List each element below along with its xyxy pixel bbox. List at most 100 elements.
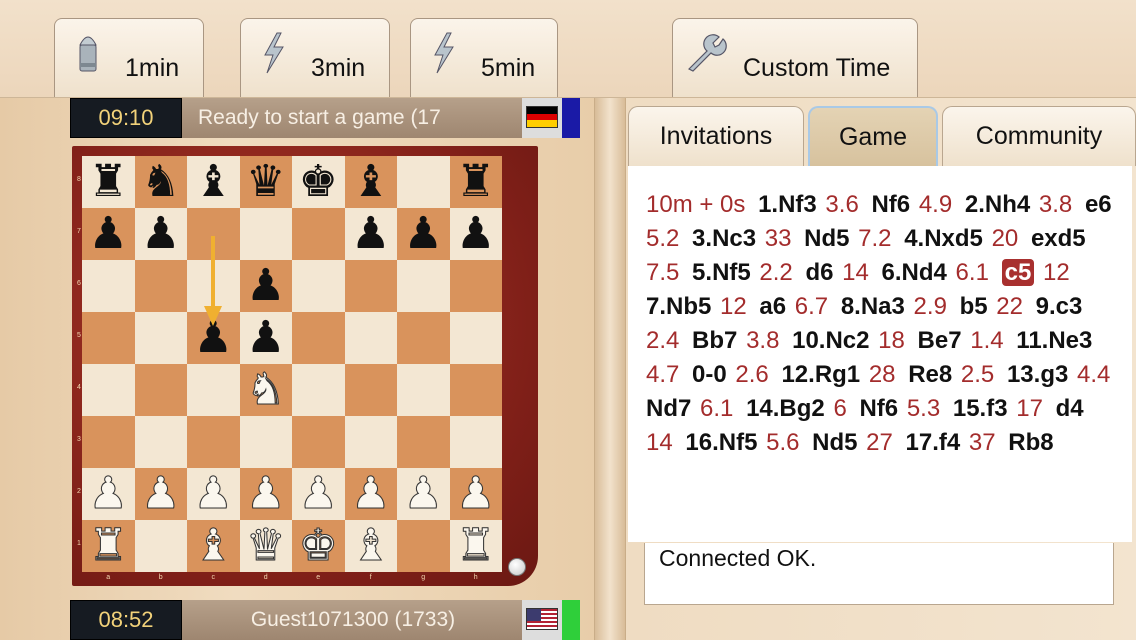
square-e6[interactable] (292, 260, 345, 312)
square-a1[interactable]: ♜ (82, 520, 135, 572)
square-f6[interactable] (344, 260, 397, 312)
move[interactable]: Nd5 (812, 429, 857, 456)
board-knob[interactable] (508, 558, 526, 576)
tab-game[interactable]: Game (808, 106, 938, 166)
square-c8[interactable]: ♝ (187, 156, 240, 208)
square-f4[interactable] (344, 364, 397, 416)
square-h1[interactable]: ♜ (449, 520, 502, 572)
move[interactable]: Re8 (908, 361, 952, 388)
move[interactable]: Nd7 (646, 395, 691, 422)
square-h8[interactable]: ♜ (449, 156, 502, 208)
move[interactable]: 12.Rg1 (781, 361, 860, 388)
black-rook-icon[interactable]: ♜ (89, 160, 128, 204)
square-h3[interactable] (449, 416, 502, 468)
white-rook-icon[interactable]: ♜ (88, 523, 128, 568)
white-bishop-icon[interactable]: ♝ (351, 523, 391, 568)
square-c3[interactable] (187, 416, 240, 468)
white-pawn-icon[interactable]: ♟ (141, 471, 181, 516)
square-a8[interactable]: ♜ (82, 156, 135, 208)
square-f2[interactable]: ♟ (344, 468, 397, 520)
black-knight-icon[interactable]: ♞ (141, 160, 180, 204)
square-d7[interactable] (239, 208, 292, 260)
move[interactable]: 6.Nd4 (882, 259, 947, 286)
square-g7[interactable]: ♟ (397, 208, 450, 260)
white-knight-icon[interactable]: ♞ (246, 367, 286, 412)
move[interactable]: d6 (805, 259, 833, 286)
black-pawn-icon[interactable]: ♟ (246, 316, 285, 360)
square-f1[interactable]: ♝ (344, 520, 397, 572)
move[interactable]: Nd5 (804, 225, 849, 252)
white-bishop-icon[interactable]: ♝ (193, 523, 233, 568)
move[interactable]: 14.Bg2 (746, 395, 825, 422)
square-b2[interactable]: ♟ (134, 468, 187, 520)
move[interactable]: 7.Nb5 (646, 293, 711, 320)
square-d4[interactable]: ♞ (239, 364, 292, 416)
square-c7[interactable] (187, 208, 240, 260)
square-b4[interactable] (134, 364, 187, 416)
square-b5[interactable] (134, 312, 187, 364)
square-d8[interactable]: ♛ (239, 156, 292, 208)
move[interactable]: 16.Nf5 (685, 429, 757, 456)
square-d3[interactable] (239, 416, 292, 468)
square-a5[interactable] (82, 312, 135, 364)
chess-board[interactable]: ♜ ♞ ♝ ♛ ♚ ♝ ♜ ♟ ♟ ♟ ♟ ♟ ♟ ♟ ♟ ♞ ♟ ♟ ♟ ♟ ♟ ♟ ♟ ♟ ♜ ♝ ♛ ♚ ♝ ♜ (82, 156, 502, 572)
white-pawn-icon[interactable]: ♟ (403, 471, 443, 516)
square-e3[interactable] (292, 416, 345, 468)
square-d6[interactable]: ♟ (239, 260, 292, 312)
move[interactable]: b5 (960, 293, 988, 320)
square-h4[interactable] (449, 364, 502, 416)
square-c4[interactable] (187, 364, 240, 416)
black-pawn-icon[interactable]: ♟ (141, 212, 180, 256)
square-g1[interactable] (397, 520, 450, 572)
move[interactable]: 15.f3 (953, 395, 1008, 422)
square-f5[interactable] (344, 312, 397, 364)
black-bishop-icon[interactable]: ♝ (351, 160, 390, 204)
square-b3[interactable] (134, 416, 187, 468)
square-g2[interactable]: ♟ (397, 468, 450, 520)
square-f8[interactable]: ♝ (344, 156, 397, 208)
square-h6[interactable] (449, 260, 502, 312)
tab-community[interactable]: Community (942, 106, 1136, 166)
square-g3[interactable] (397, 416, 450, 468)
square-h2[interactable]: ♟ (449, 468, 502, 520)
black-bishop-icon[interactable]: ♝ (194, 160, 233, 204)
black-pawn-icon[interactable]: ♟ (194, 316, 233, 360)
move[interactable]: 1.Nf3 (758, 191, 817, 218)
square-g4[interactable] (397, 364, 450, 416)
square-c2[interactable]: ♟ (187, 468, 240, 520)
move[interactable]: Be7 (918, 327, 962, 354)
move-list[interactable]: 10m + 0s 1.Nf3 3.6 Nf6 4.9 2.Nh4 3.8 e6 … (628, 166, 1132, 542)
square-b1[interactable] (134, 520, 187, 572)
panel-divider[interactable] (594, 98, 626, 640)
square-e2[interactable]: ♟ (292, 468, 345, 520)
black-pawn-icon[interactable]: ♟ (404, 212, 443, 256)
white-rook-icon[interactable]: ♜ (456, 523, 496, 568)
black-pawn-icon[interactable]: ♟ (246, 264, 285, 308)
square-a4[interactable] (82, 364, 135, 416)
white-pawn-icon[interactable]: ♟ (298, 471, 338, 516)
move[interactable]: Rb8 (1008, 429, 1053, 456)
move[interactable]: 17.f4 (906, 429, 961, 456)
square-e1[interactable]: ♚ (292, 520, 345, 572)
black-king-icon[interactable]: ♚ (299, 160, 338, 204)
black-pawn-icon[interactable]: ♟ (89, 212, 128, 256)
square-c5[interactable]: ♟ (187, 312, 240, 364)
tab-invitations[interactable]: Invitations (628, 106, 804, 166)
square-f3[interactable] (344, 416, 397, 468)
square-c6[interactable] (187, 260, 240, 312)
white-queen-icon[interactable]: ♛ (246, 523, 286, 568)
black-rook-icon[interactable]: ♜ (456, 160, 495, 204)
square-e8[interactable]: ♚ (292, 156, 345, 208)
square-a7[interactable]: ♟ (82, 208, 135, 260)
white-pawn-icon[interactable]: ♟ (456, 471, 496, 516)
square-e5[interactable] (292, 312, 345, 364)
1min-button[interactable]: 1min (54, 18, 204, 97)
move[interactable]: exd5 (1031, 225, 1086, 252)
square-a2[interactable]: ♟ (82, 468, 135, 520)
move[interactable]: 9.c3 (1036, 293, 1083, 320)
square-d1[interactable]: ♛ (239, 520, 292, 572)
white-pawn-icon[interactable]: ♟ (351, 471, 391, 516)
move[interactable]: Bb7 (692, 327, 737, 354)
move[interactable]: 10.Nc2 (792, 327, 869, 354)
move[interactable]: a6 (759, 293, 786, 320)
